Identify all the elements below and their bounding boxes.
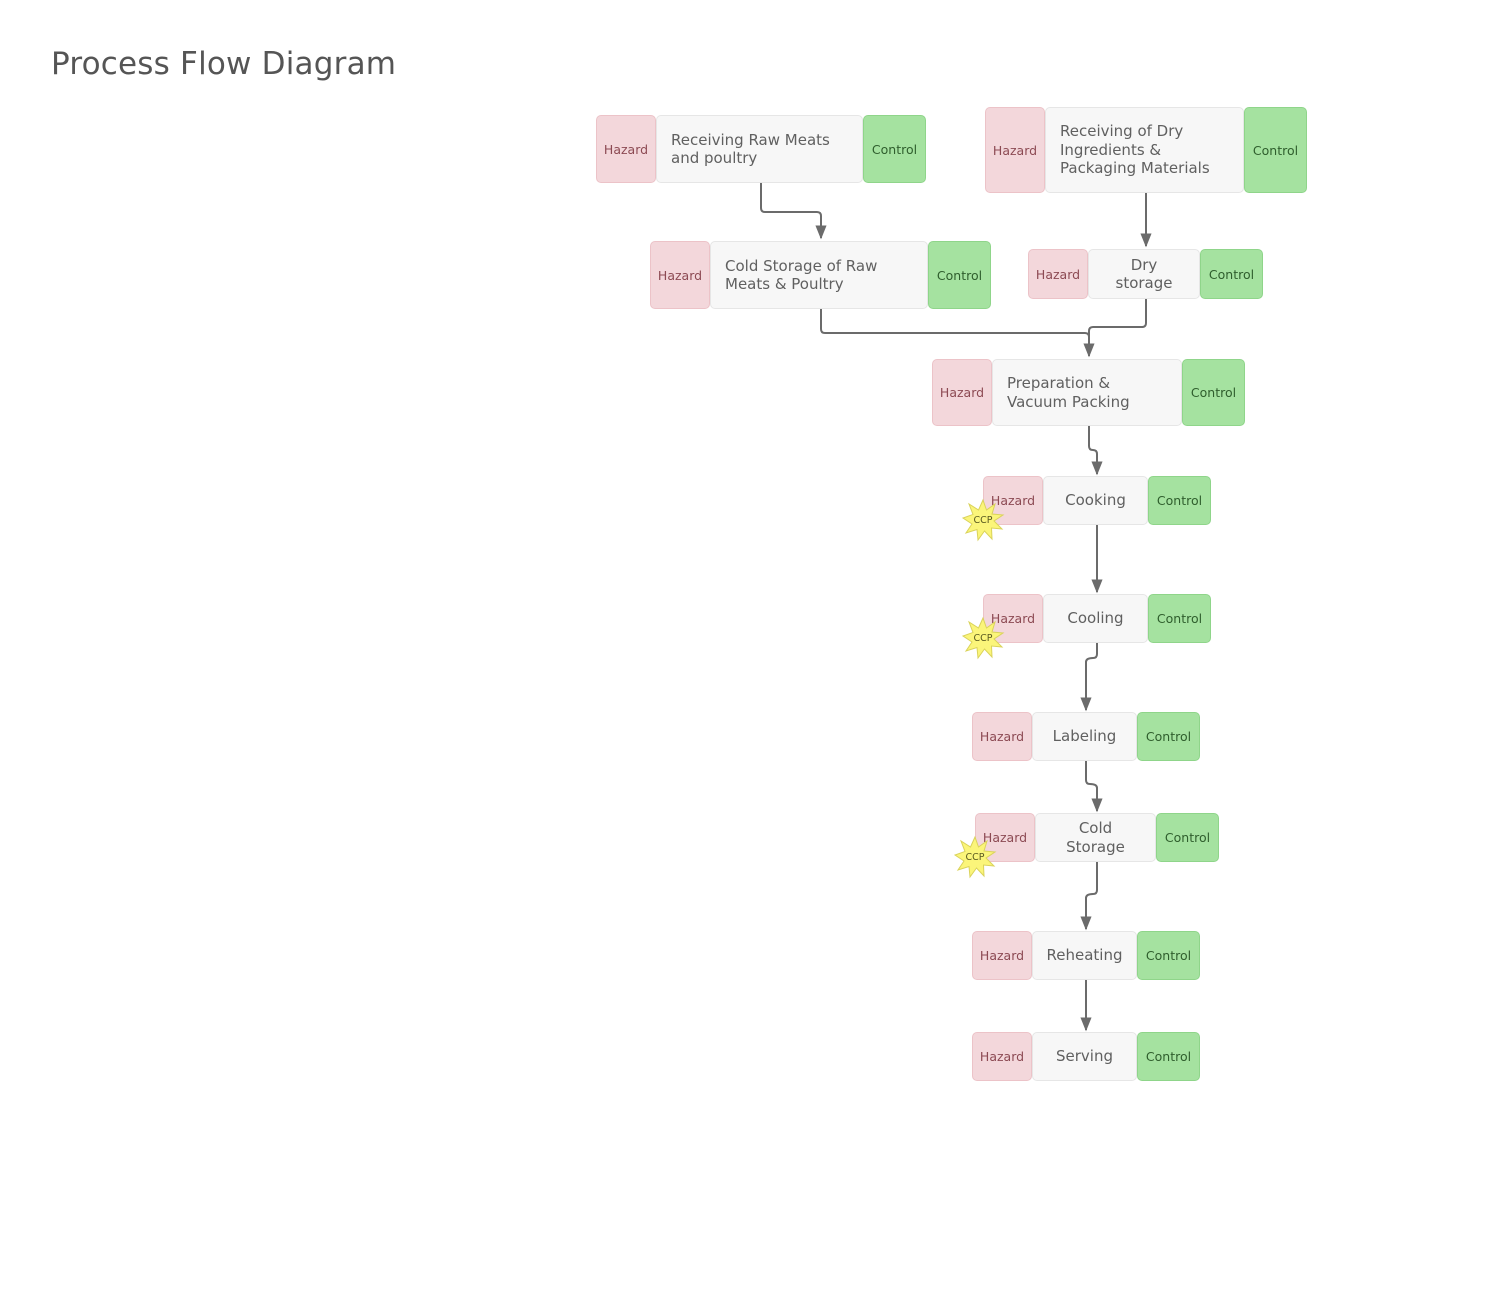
- connector-cold-storage-to-reheating: [1080, 862, 1098, 931]
- flow-connectors: [760, 183, 1152, 1032]
- step-cold-storage[interactable]: Hazard Cold Storage Control: [975, 813, 1219, 862]
- hazard-box[interactable]: Hazard: [650, 241, 710, 309]
- ccp-badge-cold-storage: CCP: [953, 835, 997, 879]
- hazard-box[interactable]: Hazard: [972, 1032, 1032, 1081]
- step-label: Cold Storage: [1035, 813, 1156, 862]
- step-preparation[interactable]: Hazard Preparation & Vacuum Packing Cont…: [932, 359, 1245, 426]
- step-serving[interactable]: Hazard Serving Control: [972, 1032, 1200, 1081]
- ccp-badge-cooling: CCP: [961, 616, 1005, 660]
- hazard-box[interactable]: Hazard: [932, 359, 992, 426]
- control-box[interactable]: Control: [1200, 249, 1263, 299]
- step-cooking[interactable]: Hazard Cooking Control: [983, 476, 1211, 525]
- step-label: Labeling: [1032, 712, 1137, 761]
- step-label: Dry storage: [1088, 249, 1200, 299]
- step-label: Cooling: [1043, 594, 1148, 643]
- hazard-box[interactable]: Hazard: [596, 115, 656, 183]
- hazard-box[interactable]: Hazard: [972, 712, 1032, 761]
- control-box[interactable]: Control: [928, 241, 991, 309]
- control-box[interactable]: Control: [863, 115, 926, 183]
- ccp-label: CCP: [965, 851, 985, 863]
- connector-labeling-to-cold-storage: [1085, 761, 1103, 813]
- control-box[interactable]: Control: [1182, 359, 1245, 426]
- connector-cooling-to-labeling: [1080, 643, 1098, 712]
- step-labeling[interactable]: Hazard Labeling Control: [972, 712, 1200, 761]
- hazard-box[interactable]: Hazard: [1028, 249, 1088, 299]
- step-label: Cooking: [1043, 476, 1148, 525]
- ccp-badge-cooking: CCP: [961, 498, 1005, 542]
- ccp-label: CCP: [973, 514, 993, 526]
- step-label: Serving: [1032, 1032, 1137, 1081]
- step-label: Cold Storage of Raw Meats & Poultry: [710, 241, 928, 309]
- connector-preparation-to-cooking: [1088, 426, 1103, 476]
- step-reheating[interactable]: Hazard Reheating Control: [972, 931, 1200, 980]
- hazard-box[interactable]: Hazard: [972, 931, 1032, 980]
- control-box[interactable]: Control: [1156, 813, 1219, 862]
- control-box[interactable]: Control: [1244, 107, 1307, 193]
- ccp-label: CCP: [973, 632, 993, 644]
- step-label: Preparation & Vacuum Packing: [992, 359, 1182, 426]
- connector-cold-storage-raw-to-preparation: [820, 309, 1095, 358]
- control-box[interactable]: Control: [1137, 931, 1200, 980]
- step-label: Receiving Raw Meats and poultry: [656, 115, 863, 183]
- control-box[interactable]: Control: [1148, 594, 1211, 643]
- step-dry-storage[interactable]: Hazard Dry storage Control: [1028, 249, 1263, 299]
- control-box[interactable]: Control: [1148, 476, 1211, 525]
- control-box[interactable]: Control: [1137, 712, 1200, 761]
- connector-receiving-raw-meats-to-cold-storage-raw: [760, 183, 827, 240]
- step-cold-storage-raw[interactable]: Hazard Cold Storage of Raw Meats & Poult…: [650, 241, 991, 309]
- step-cooling[interactable]: Hazard Cooling Control: [983, 594, 1211, 643]
- step-receiving-dry[interactable]: Hazard Receiving of Dry Ingredients & Pa…: [985, 107, 1307, 193]
- step-receiving-raw-meats[interactable]: Hazard Receiving Raw Meats and poultry C…: [596, 115, 926, 183]
- control-box[interactable]: Control: [1137, 1032, 1200, 1081]
- page-title: Process Flow Diagram: [51, 46, 397, 82]
- hazard-box[interactable]: Hazard: [985, 107, 1045, 193]
- step-label: Receiving of Dry Ingredients & Packaging…: [1045, 107, 1244, 193]
- connector-dry-storage-to-preparation: [1088, 299, 1147, 337]
- step-label: Reheating: [1032, 931, 1137, 980]
